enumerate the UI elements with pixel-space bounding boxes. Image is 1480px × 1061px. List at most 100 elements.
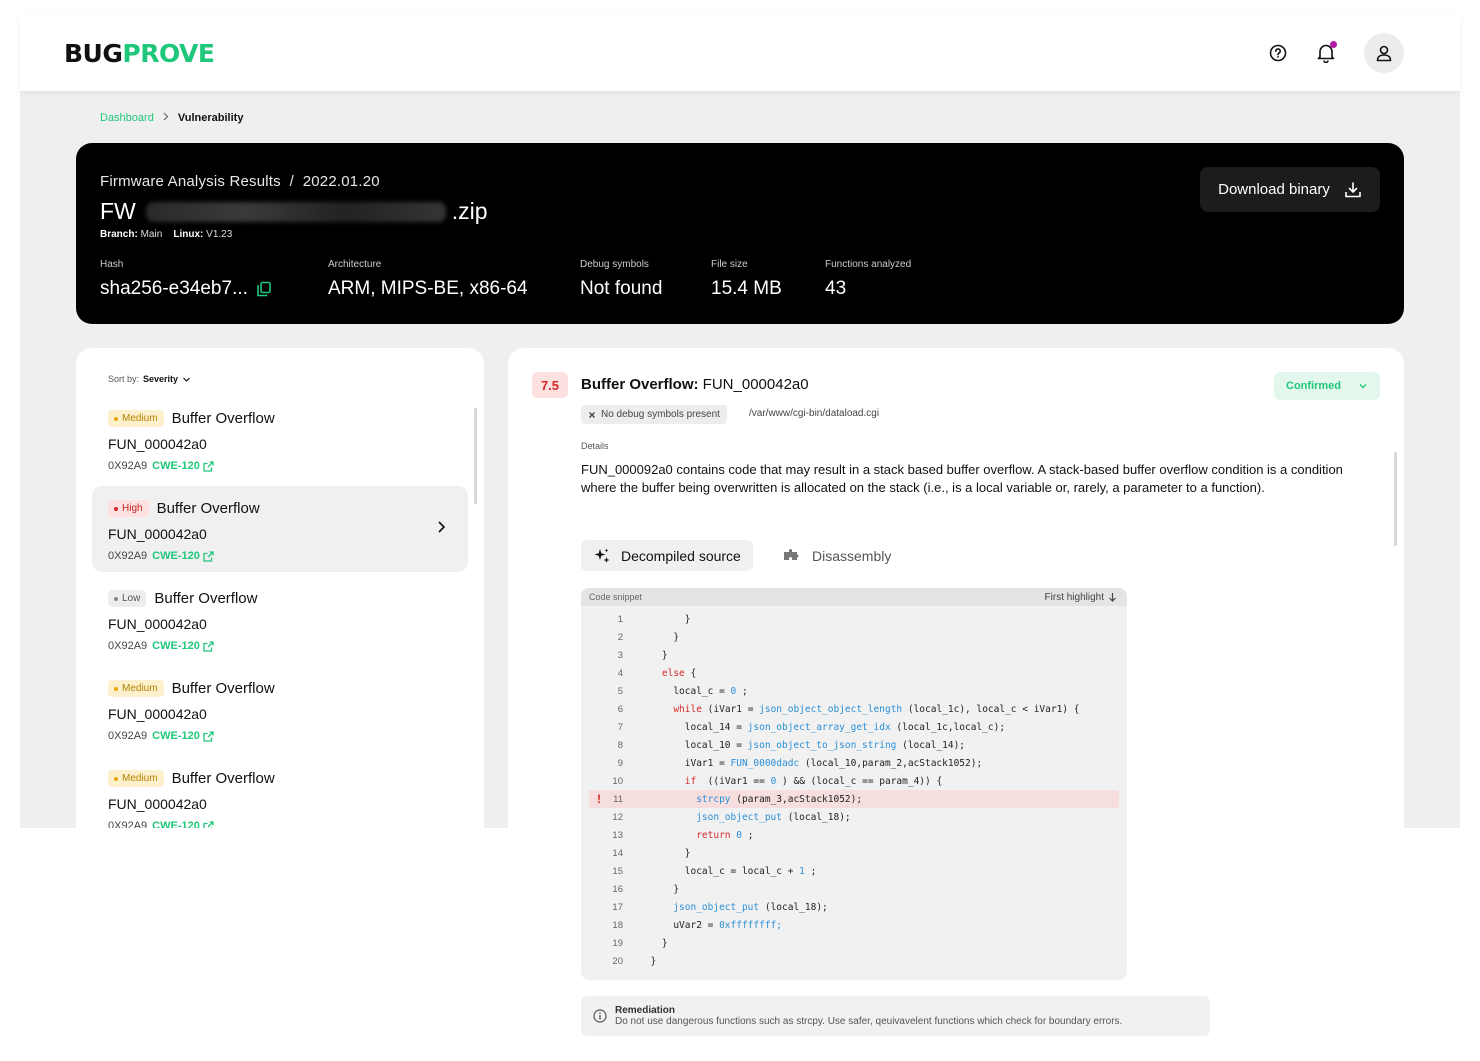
line-number: 6 [617,703,623,715]
line-number: 2 [617,631,623,643]
code-lines: 1 } 2 } 3 } 4 else {5 local_c = 0 ; 6 while … [581,610,1127,970]
code-line: 9 iVar1 = FUN_0000dadc (local_10,param_2… [581,754,1127,772]
code-line: 18 uVar2 = 0xffffffff; [581,916,1127,934]
external-link-icon [203,640,214,652]
code-text: } [639,631,680,643]
breadcrumb-dashboard-link[interactable]: Dashboard [100,112,154,124]
firmware-meta: Branch: Main Linux: V1.23 [100,229,233,240]
code-text: } [639,883,680,895]
stat-functions-analyzed: Functions analyzed 43 [825,259,912,299]
debug-symbols-tag: No debug symbols present [581,405,727,424]
list-item[interactable]: Medium Buffer Overflow FUN_000042a0 0X92… [92,396,468,482]
line-number: 4 [617,667,623,679]
external-link-icon [203,550,214,562]
code-snippet-header: Code snippet First highlight [581,588,1127,606]
code-text: local_c = 0 ; [639,685,748,697]
user-icon [1376,45,1392,62]
arrow-down-icon [1109,593,1116,602]
download-binary-button[interactable]: Download binary [1200,167,1380,212]
code-text: } [639,847,691,859]
chevron-down-icon [1359,384,1367,389]
notification-dot [1330,41,1337,48]
file-path: /var/www/cgi-bin/dataload.cgi [749,408,880,419]
code-text: local_c = local_c + 1 ; [639,865,817,877]
detail-scrollbar[interactable] [1394,452,1397,546]
remediation-box: Remediation Do not use dangerous functio… [581,996,1210,1036]
tab-disassembly[interactable]: Disassembly [770,540,903,571]
firmware-title: FW .zip [100,198,488,224]
code-line: 17 json_object_put (local_18); [581,898,1127,916]
line-number: 16 [612,883,623,895]
redacted-filename [145,201,446,222]
code-text: } [639,613,691,625]
code-text: iVar1 = FUN_0000dadc (local_10,param_2,a… [639,757,983,769]
cwe-link[interactable]: CWE-120 [152,550,214,562]
code-text: while (iVar1 = json_object_object_length… [673,703,1080,715]
firmware-stats: Hash sha256-e34eb7... Architecture ARM, … [100,259,955,300]
top-navigation-bar: BUGPROVE [20,16,1460,91]
chevron-right-icon [162,112,170,124]
code-text: } [639,937,668,949]
code-text: uVar2 = 0xffffffff; [639,919,782,931]
help-circle-icon[interactable] [1268,43,1288,63]
severity-badge: Medium [108,680,164,697]
vulnerability-list-panel: Sort by: Severity Medium Buffer Overflow… [76,348,484,828]
status-dropdown[interactable]: Confirmed [1274,372,1380,400]
code-line: 15 local_c = local_c + 1 ; [581,862,1127,880]
copy-icon[interactable] [256,281,272,297]
code-text: } [639,955,657,967]
cwe-link[interactable]: CWE-120 [152,820,214,828]
list-item[interactable]: Medium Buffer Overflow FUN_000042a0 0X92… [92,666,468,752]
first-highlight-button[interactable]: First highlight [1045,592,1117,603]
bugprove-logo[interactable]: BUGPROVE [64,39,215,68]
breadcrumb: Dashboard Vulnerability [100,112,243,124]
code-line: 10 if ((iVar1 == 0 ) && (local_c == para… [581,772,1127,790]
stat-hash: Hash sha256-e34eb7... [100,259,328,300]
stat-file-size: File size 15.4 MB [711,259,782,299]
details-label: Details [581,441,609,451]
download-icon [1345,181,1361,197]
list-item-selected[interactable]: High Buffer Overflow FUN_000042a0 0X92A9… [92,486,468,572]
code-line: 19 } [581,934,1127,952]
line-number: 1 [617,613,623,625]
external-link-icon [203,730,214,742]
code-line: 1 } [581,610,1127,628]
user-avatar-button[interactable] [1364,33,1404,73]
line-number: 13 [612,829,623,841]
list-item[interactable]: Low Buffer Overflow FUN_000042a0 0X92A9 … [92,576,468,662]
line-number: 14 [612,847,623,859]
code-line: ! 11 strcpy (param_3,acStack1052); [589,790,1119,808]
code-line: 14 } [581,844,1127,862]
list-scrollbar[interactable] [474,408,477,504]
code-line: 3 } [581,646,1127,664]
close-icon [589,411,595,418]
code-text: else { [661,667,697,679]
firmware-subtitle: Firmware Analysis Results / 2022.01.20 [100,173,380,190]
code-line: 4 else { [581,664,1127,682]
puzzle-icon [784,548,799,560]
breadcrumb-current: Vulnerability [177,112,244,124]
cwe-link[interactable]: CWE-120 [152,640,214,652]
firmware-summary-card: Firmware Analysis Results / 2022.01.20 F… [76,143,1404,324]
code-text: } [639,649,668,661]
tab-decompiled-source[interactable]: Decompiled source [581,540,753,571]
external-link-icon [203,820,214,828]
info-icon [593,1009,607,1023]
details-text: FUN_000092a0 contains code that may resu… [581,462,1343,495]
code-line: 8 local_10 = json_object_to_json_string … [581,736,1127,754]
cwe-link[interactable]: CWE-120 [152,730,214,742]
severity-badge: High [108,500,149,517]
cwe-link[interactable]: CWE-120 [152,460,214,472]
line-number: 19 [612,937,623,949]
code-text: return 0 ; [696,829,754,841]
line-number: 5 [617,685,623,697]
code-line: 13 return 0 ; [581,826,1127,844]
code-text: json_object_put (local_18); [673,901,828,913]
stat-debug-symbols: Debug symbols Not found [580,259,663,299]
list-item[interactable]: Medium Buffer Overflow FUN_000042a0 0X92… [92,756,468,828]
code-text: strcpy (param_3,acStack1052); [696,793,863,805]
code-text: if ((iVar1 == 0 ) && (local_c == param_4… [684,775,943,787]
line-number: 15 [612,865,623,877]
sort-dropdown[interactable]: Sort by: Severity [108,374,191,384]
bell-icon[interactable] [1316,41,1337,63]
